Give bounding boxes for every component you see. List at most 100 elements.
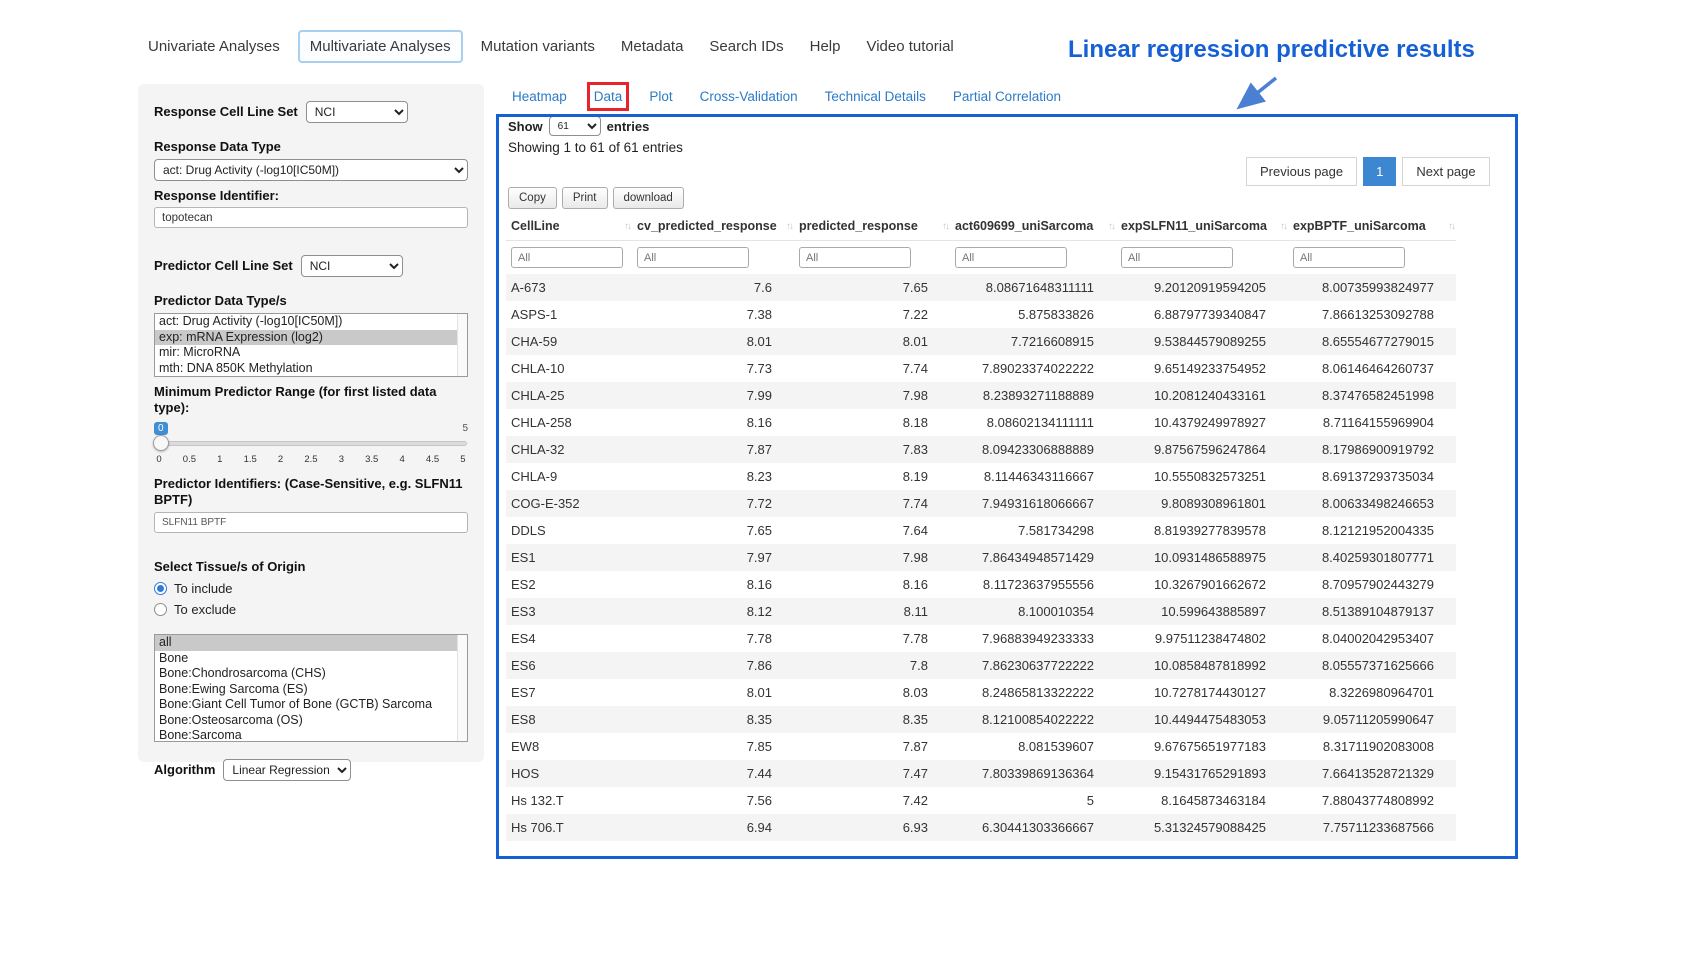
nav-item-metadata[interactable]: Metadata (613, 30, 692, 63)
response-identifier-input[interactable] (154, 207, 468, 228)
nav-item-search-ids[interactable]: Search IDs (701, 30, 791, 63)
table-row[interactable]: ASPS-17.387.225.8758338266.8879773934084… (506, 301, 1456, 328)
radio-to-exclude[interactable]: To exclude (154, 602, 468, 617)
annotation-arrow-icon (1228, 74, 1283, 119)
nav-item-univariate-analyses[interactable]: Univariate Analyses (140, 30, 288, 63)
radio-button-icon (154, 603, 167, 616)
print-button[interactable]: Print (562, 187, 608, 209)
column-header-act609699-unisarcoma[interactable]: act609699_uniSarcoma↑↓ (950, 212, 1116, 241)
tissue-option-bone-sarcoma[interactable]: Bone:Sarcoma (155, 728, 467, 742)
table-row[interactable]: CHLA-257.997.988.2389327118888910.208124… (506, 382, 1456, 409)
cell-value: 7.86230637722222 (950, 652, 1116, 679)
sort-icon[interactable]: ↑↓ (1108, 221, 1114, 232)
algorithm-select[interactable]: Linear Regression (223, 759, 351, 781)
nav-item-multivariate-analyses[interactable]: Multivariate Analyses (298, 30, 463, 63)
radio-label: To exclude (174, 602, 236, 617)
response-cell-line-set-select[interactable]: NCI (306, 101, 408, 123)
filter-input-cv-predicted-response[interactable] (637, 247, 749, 268)
table-row[interactable]: CHLA-327.877.838.094233068888899.8756759… (506, 436, 1456, 463)
tab-technical-details[interactable]: Technical Details (825, 89, 926, 104)
cell-value: 7.64 (794, 517, 950, 544)
table-row[interactable]: ES78.018.038.2486581332222210.7278174430… (506, 679, 1456, 706)
filter-input-expbptf-unisarcoma[interactable] (1293, 247, 1405, 268)
column-header-expbptf-unisarcoma[interactable]: expBPTF_uniSarcoma↑↓ (1288, 212, 1456, 241)
predictor-identifiers-input[interactable] (154, 512, 468, 533)
filter-cell (794, 241, 950, 275)
tab-cross-validation[interactable]: Cross-Validation (700, 89, 798, 104)
slider-tick-label: 5 (458, 454, 468, 465)
tab-plot[interactable]: Plot (649, 89, 672, 104)
slider-handle[interactable] (153, 435, 169, 451)
tissue-option-bone[interactable]: Bone (155, 651, 467, 667)
results-tabs: Heatmap Data Plot Cross-Validation Technical… (512, 89, 1061, 104)
tissue-list[interactable]: allBoneBone:Chondrosarcoma (CHS)Bone:Ewi… (154, 634, 468, 742)
download-button[interactable]: download (613, 187, 684, 209)
column-header-cellline[interactable]: CellLine↑↓ (506, 212, 632, 241)
cell-value: 8.81939277839578 (1116, 517, 1288, 544)
tissue-option-bone-giant-cell-tumor-of-bone-gctb-sarcoma[interactable]: Bone:Giant Cell Tumor of Bone (GCTB) Sar… (155, 697, 467, 713)
table-row[interactable]: Hs 706.T6.946.936.304413033666675.313245… (506, 814, 1456, 841)
table-row[interactable]: ES67.867.87.8623063772222210.08584878189… (506, 652, 1456, 679)
table-row[interactable]: EW87.857.878.0815396079.676756519771838.… (506, 733, 1456, 760)
radio-label: To include (174, 581, 233, 596)
slider-track[interactable] (155, 441, 467, 446)
table-row[interactable]: CHLA-107.737.747.890233740222229.6514923… (506, 355, 1456, 382)
table-row[interactable]: ES38.128.118.10001035410.5996438858978.5… (506, 598, 1456, 625)
tab-partial-correlation[interactable]: Partial Correlation (953, 89, 1061, 104)
predictor-data-types-list[interactable]: act: Drug Activity (-log10[IC50M])exp: m… (154, 313, 468, 377)
tab-data[interactable]: Data (594, 89, 623, 104)
cell-value: 8.23893271188889 (950, 382, 1116, 409)
sort-icon[interactable]: ↑↓ (624, 221, 630, 232)
sort-icon[interactable]: ↑↓ (786, 221, 792, 232)
current-page-button[interactable]: 1 (1363, 157, 1396, 186)
filter-input-predicted-response[interactable] (799, 247, 911, 268)
table-row[interactable]: A-6737.67.658.086716483111119.2012091959… (506, 274, 1456, 301)
cell-value: 7.98 (794, 382, 950, 409)
sort-icon[interactable]: ↑↓ (1280, 221, 1286, 232)
tissue-option-bone-chondrosarcoma-chs[interactable]: Bone:Chondrosarcoma (CHS) (155, 666, 467, 682)
column-header-predicted-response[interactable]: predicted_response↑↓ (794, 212, 950, 241)
table-row[interactable]: Hs 132.T7.567.4258.16458734631847.880437… (506, 787, 1456, 814)
predictor-type-option-mth-dna-850k-methylation[interactable]: mth: DNA 850K Methylation (155, 361, 467, 377)
predictor-type-option-mir-microrna[interactable]: mir: MicroRNA (155, 345, 467, 361)
radio-to-include[interactable]: To include (154, 581, 468, 596)
cell-value: 8.3226980964701 (1288, 679, 1456, 706)
predictor-cell-line-set-select[interactable]: NCI (301, 255, 403, 277)
sort-icon[interactable]: ↑↓ (1448, 221, 1454, 232)
cell-value: 10.2081240433161 (1116, 382, 1288, 409)
cell-value: 10.5550832573251 (1116, 463, 1288, 490)
column-header-cv-predicted-response[interactable]: cv_predicted_response↑↓ (632, 212, 794, 241)
predictor-type-option-exp-mrna-expression-log2[interactable]: exp: mRNA Expression (log2) (155, 330, 467, 346)
tissue-option-bone-osteosarcoma-os[interactable]: Bone:Osteosarcoma (OS) (155, 713, 467, 729)
table-row[interactable]: HOS7.447.477.803398691363649.15431765291… (506, 760, 1456, 787)
sort-icon[interactable]: ↑↓ (942, 221, 948, 232)
tab-heatmap[interactable]: Heatmap (512, 89, 567, 104)
cell-value: 7.6 (632, 274, 794, 301)
table-row[interactable]: CHA-598.018.017.72166089159.538445790892… (506, 328, 1456, 355)
tissue-option-all[interactable]: all (155, 635, 467, 651)
min-predictor-range-slider[interactable]: 0 5 00.511.522.533.544.55 (154, 422, 468, 470)
cell-line-name: EW8 (506, 733, 632, 760)
table-row[interactable]: ES88.358.358.1210085402222210.4494475483… (506, 706, 1456, 733)
nav-item-mutation-variants[interactable]: Mutation variants (473, 30, 603, 63)
column-header-expslfn11-unisarcoma[interactable]: expSLFN11_uniSarcoma↑↓ (1116, 212, 1288, 241)
filter-input-act609699-unisarcoma[interactable] (955, 247, 1067, 268)
filter-input-cellline[interactable] (511, 247, 623, 268)
table-row[interactable]: DDLS7.657.647.5817342988.819392778395788… (506, 517, 1456, 544)
previous-page-button[interactable]: Previous page (1246, 157, 1357, 186)
next-page-button[interactable]: Next page (1402, 157, 1489, 186)
show-entries-select[interactable]: 61 (549, 116, 601, 136)
tissue-option-bone-ewing-sarcoma-es[interactable]: Bone:Ewing Sarcoma (ES) (155, 682, 467, 698)
table-row[interactable]: CHLA-98.238.198.1144634311666710.5550832… (506, 463, 1456, 490)
filter-input-expslfn11-unisarcoma[interactable] (1121, 247, 1233, 268)
predictor-type-option-act-drug-activity-log10-ic50m[interactable]: act: Drug Activity (-log10[IC50M]) (155, 314, 467, 330)
table-row[interactable]: COG-E-3527.727.747.949316180666679.80893… (506, 490, 1456, 517)
response-data-type-select[interactable]: act: Drug Activity (-log10[IC50M]) (154, 159, 468, 181)
nav-item-help[interactable]: Help (802, 30, 849, 63)
table-row[interactable]: ES47.787.787.968839492333339.97511238474… (506, 625, 1456, 652)
table-row[interactable]: CHLA-2588.168.188.0860213411111110.43792… (506, 409, 1456, 436)
table-row[interactable]: ES28.168.168.1172363795555610.3267901662… (506, 571, 1456, 598)
copy-button[interactable]: Copy (508, 187, 557, 209)
nav-item-video-tutorial[interactable]: Video tutorial (858, 30, 961, 63)
table-row[interactable]: ES17.977.987.8643494857142910.0931486588… (506, 544, 1456, 571)
